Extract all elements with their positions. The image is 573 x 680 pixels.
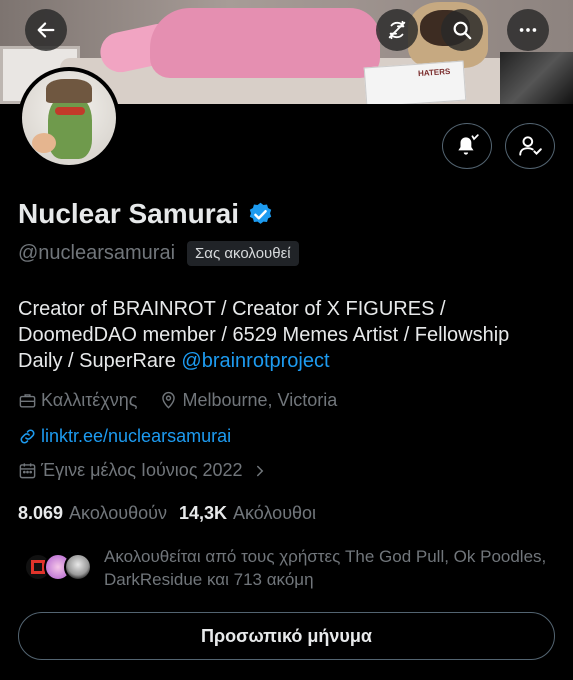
- avatar-figure-hat: [46, 79, 92, 103]
- location-text: Melbourne, Victoria: [182, 390, 338, 410]
- refresh-button[interactable]: [376, 9, 418, 51]
- profession-item: Καλλιτέχνης: [18, 390, 137, 411]
- search-icon: [453, 21, 472, 40]
- followed-by-avatars: [24, 553, 96, 585]
- avatar-image: [22, 71, 116, 165]
- name-row: Nuclear Samurai: [18, 198, 274, 230]
- back-button[interactable]: [25, 9, 67, 51]
- following-stat[interactable]: 8.069 Ακολουθούν: [18, 503, 167, 524]
- display-name: Nuclear Samurai: [18, 198, 239, 229]
- more-horizontal-icon: [519, 28, 537, 32]
- banner-notebook: [363, 60, 467, 104]
- more-button[interactable]: [507, 9, 549, 51]
- following-button[interactable]: [505, 123, 555, 169]
- refresh-icon: [388, 20, 406, 40]
- following-count: 8.069: [18, 503, 64, 523]
- location-pin-icon: [162, 391, 176, 409]
- avatar-figure-body: [48, 95, 92, 159]
- follower-avatar: [64, 553, 92, 581]
- followers-stat[interactable]: 14,3K Ακόλουθοι: [179, 503, 316, 524]
- location-item: Melbourne, Victoria: [159, 390, 337, 411]
- verified-badge-icon[interactable]: [247, 201, 274, 228]
- direct-message-button[interactable]: Προσωπικό μήνυμα: [18, 612, 555, 660]
- joined-item[interactable]: Έγινε μέλος Ιούνιος 2022: [18, 460, 269, 481]
- calendar-icon: [19, 463, 36, 479]
- following-label: Ακολουθούν: [69, 503, 167, 523]
- profile-avatar[interactable]: [18, 67, 120, 169]
- handle-row: @nuclearsamurai Σας ακολουθεί: [18, 241, 299, 266]
- follow-stats: 8.069 Ακολουθούν 14,3K Ακόλουθοι: [18, 503, 316, 524]
- website-item[interactable]: linktr.ee/nuclearsamurai: [18, 426, 231, 447]
- website-link[interactable]: linktr.ee/nuclearsamurai: [41, 426, 231, 447]
- chevron-right-icon: [256, 465, 263, 476]
- followers-count: 14,3K: [178, 503, 227, 523]
- followers-label: Ακόλουθοι: [233, 503, 317, 523]
- profession-text: Καλλιτέχνης: [41, 390, 138, 410]
- bio-mention-link[interactable]: @brainrotproject: [181, 350, 329, 372]
- follows-you-badge: Σας ακολουθεί: [187, 241, 299, 266]
- avatar-figure-glasses: [55, 107, 85, 115]
- link-icon: [20, 429, 35, 444]
- briefcase-icon: [19, 394, 36, 408]
- notifications-button[interactable]: [442, 123, 492, 169]
- search-button[interactable]: [441, 9, 483, 51]
- joined-text: Έγινε μέλος Ιούνιος 2022: [41, 460, 243, 480]
- followed-by-row[interactable]: Ακολουθείται από τους χρήστες The God Pu…: [24, 545, 564, 591]
- followed-by-text: Ακολουθείται από τους χρήστες The God Pu…: [104, 547, 547, 589]
- person-check-icon: [519, 136, 542, 156]
- profile-bio: Creator of BRAINROT / Creator of X FIGUR…: [18, 296, 558, 374]
- profile-meta-row: Καλλιτέχνης Melbourne, Victoria: [18, 390, 337, 411]
- arrow-left-icon: [37, 22, 55, 38]
- avatar-figure-hand: [32, 133, 56, 153]
- banner-robe: [150, 8, 380, 78]
- bell-plus-icon: [458, 134, 479, 155]
- username-handle: @nuclearsamurai: [18, 242, 176, 264]
- banner-robot: [500, 52, 573, 104]
